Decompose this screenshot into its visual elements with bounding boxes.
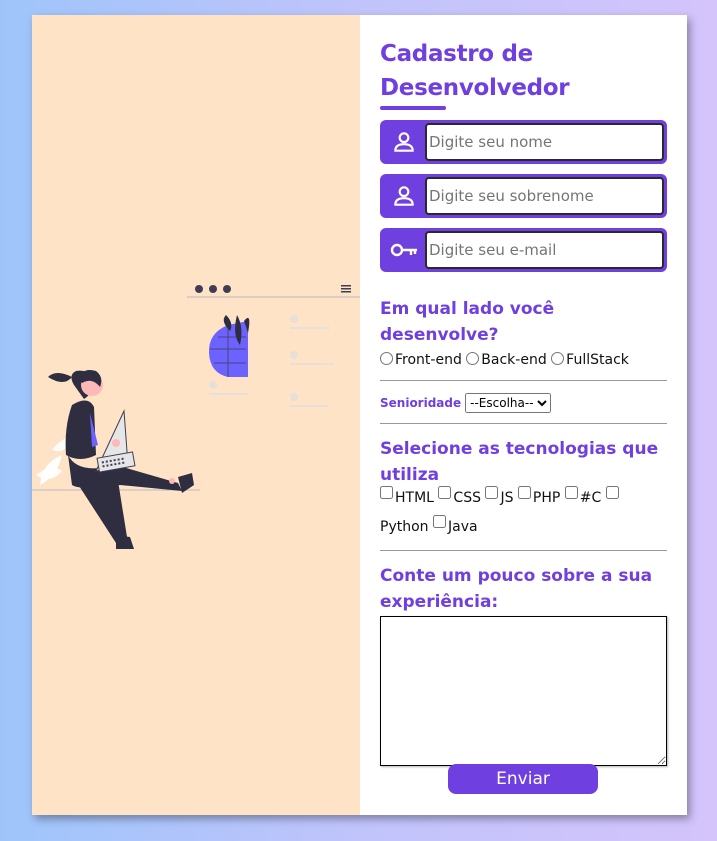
checkbox-csharp-label: #C (579, 490, 602, 506)
checkbox-java-input[interactable] (432, 515, 446, 528)
experience-textarea[interactable] (380, 616, 667, 766)
first-name-field-group (380, 120, 667, 164)
submit-button[interactable]: Enviar (448, 764, 598, 794)
checkbox-java-label: Java (447, 519, 478, 535)
radio-back-end-label: Back-end (481, 352, 547, 368)
tech-options: HTML CSS JS PHP #C Python Java (380, 484, 667, 542)
experience-question: Conte um pouco sobre a sua experiência: (380, 566, 653, 612)
form-panel: Cadastro de Desenvolvedor Em qual lado v… (360, 15, 687, 815)
checkbox-python-input[interactable] (605, 486, 619, 499)
checkbox-csharp[interactable]: #C (564, 486, 602, 506)
first-name-input[interactable] (425, 123, 664, 161)
tech-question: Selecione as tecnologias que utiliza (380, 439, 659, 485)
checkbox-js[interactable]: JS (485, 486, 514, 506)
user-icon (383, 123, 425, 161)
title-underline (380, 106, 446, 110)
radio-front-end[interactable]: Front-end (380, 352, 462, 368)
seniority-select[interactable]: --Escolha-- (465, 393, 552, 413)
checkbox-python[interactable]: Python (380, 519, 429, 535)
last-name-field-group (380, 174, 667, 218)
checkbox-js-label: JS (500, 490, 514, 506)
checkbox-html-input[interactable] (380, 486, 393, 499)
radio-front-end-label: Front-end (395, 352, 462, 368)
last-name-input[interactable] (425, 177, 664, 215)
seniority-row: Senioridade --Escolha-- (380, 393, 667, 413)
checkbox-html-label: HTML (395, 490, 434, 506)
divider (380, 380, 667, 381)
radio-front-end-input[interactable] (380, 352, 393, 365)
checkbox-java[interactable]: Java (432, 515, 478, 535)
illustration-panel (32, 15, 360, 815)
radio-fullstack-label: FullStack (566, 352, 629, 368)
side-options: Front-end Back-end FullStack (380, 350, 667, 370)
checkbox-php[interactable]: PHP (517, 486, 561, 506)
email-field-group (380, 228, 667, 272)
checkbox-csharp-input[interactable] (564, 486, 578, 499)
user-icon (383, 177, 425, 215)
radio-back-end[interactable]: Back-end (466, 352, 547, 368)
checkbox-html[interactable]: HTML (380, 486, 434, 506)
radio-back-end-input[interactable] (466, 352, 480, 365)
checkbox-php-input[interactable] (517, 486, 531, 499)
checkbox-css[interactable]: CSS (438, 486, 481, 506)
checkbox-php-label: PHP (532, 490, 561, 506)
radio-fullstack[interactable]: FullStack (551, 352, 629, 368)
checkbox-css-label: CSS (453, 490, 481, 506)
email-input[interactable] (425, 231, 664, 269)
seniority-label: Senioridade (380, 396, 462, 410)
developer-illustration (32, 285, 360, 549)
key-icon (383, 231, 425, 269)
checkbox-js-input[interactable] (485, 486, 499, 499)
radio-fullstack-input[interactable] (551, 352, 565, 365)
checkbox-python-label: Python (380, 519, 429, 535)
page-title: Cadastro de Desenvolvedor (380, 41, 570, 101)
side-question: Em qual lado você desenvolve? (380, 299, 555, 345)
signup-card: Cadastro de Desenvolvedor Em qual lado v… (32, 15, 687, 815)
checkbox-css-input[interactable] (438, 486, 452, 499)
